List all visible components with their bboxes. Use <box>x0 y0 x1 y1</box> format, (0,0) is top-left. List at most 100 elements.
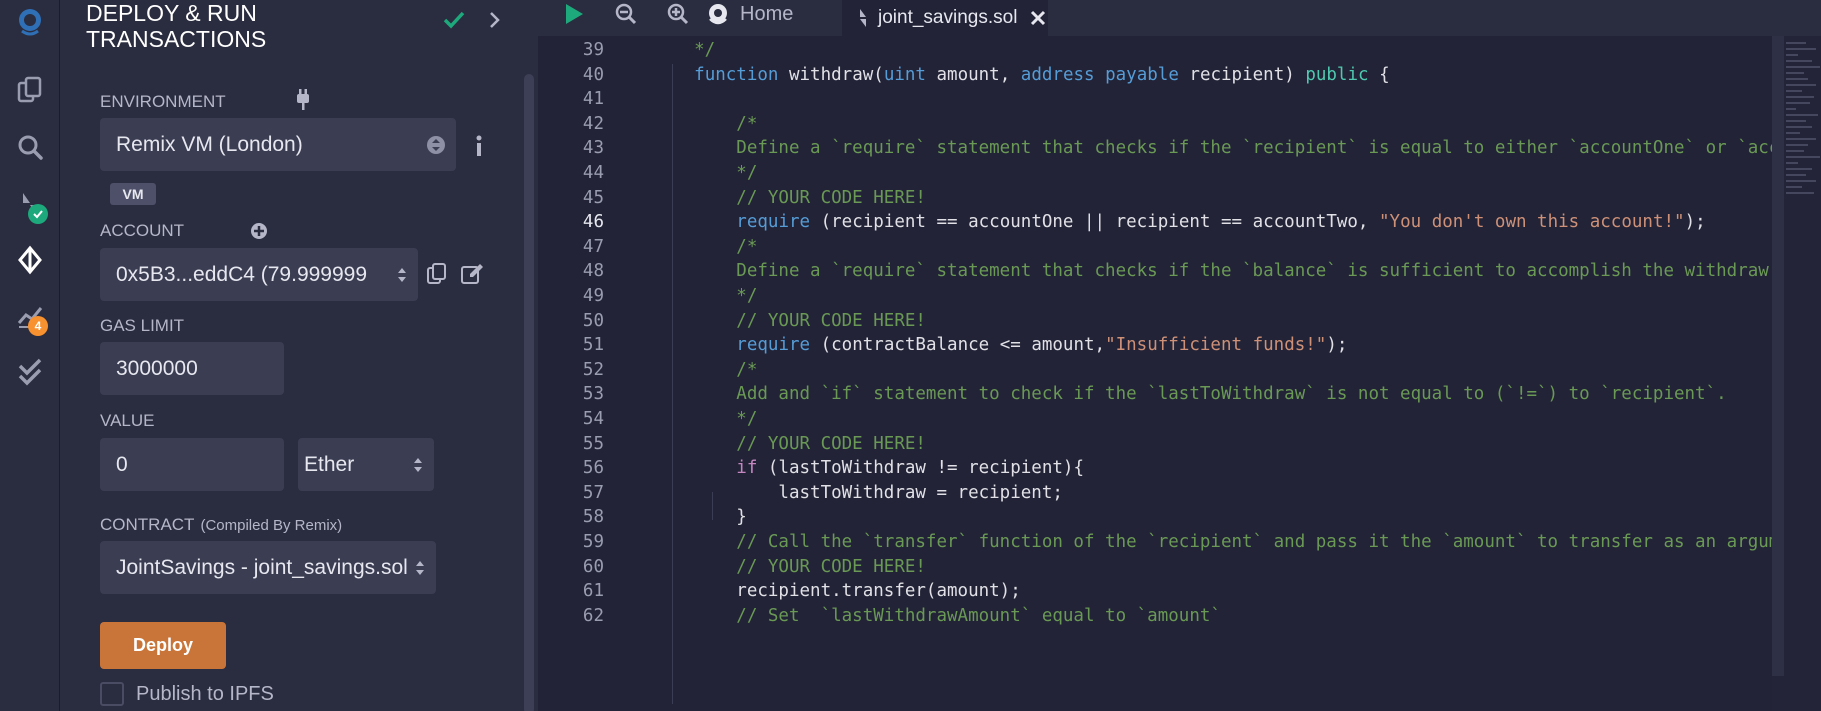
analysis-badge: 4 <box>28 316 48 336</box>
minimap-line <box>1786 84 1816 86</box>
zoom-out-icon[interactable] <box>608 0 644 28</box>
value-unit-select[interactable]: Ether <box>298 438 434 491</box>
code-token: // Set `lastWithdrawAmount` equal to `am… <box>652 605 1221 626</box>
code-line: Add and `if` statement to check if the `… <box>652 380 1727 409</box>
code-token: "Insufficient funds!" <box>1105 335 1327 356</box>
code-area[interactable]: */ function withdraw(uint amount, addres… <box>634 36 1821 711</box>
select-arrows-icon <box>416 560 424 575</box>
remix-logo-icon[interactable] <box>8 0 52 44</box>
code-line: require (recipient == accountOne || reci… <box>652 208 1705 237</box>
minimap-slider[interactable] <box>1772 36 1784 676</box>
code-token: Add and `if` statement to check if the `… <box>652 384 1727 405</box>
minimap-line <box>1786 102 1810 104</box>
account-select[interactable]: 0x5B3...eddC4 (79.999999 <box>100 248 418 301</box>
environment-value: Remix VM (London) <box>116 132 303 156</box>
code-token: Define a `require` statement that checks… <box>652 138 1821 159</box>
unit-testing-icon[interactable] <box>8 350 52 394</box>
code-token: // YOUR CODE HERE! <box>652 310 926 331</box>
close-icon[interactable] <box>1029 9 1047 27</box>
minimap-line <box>1786 150 1804 152</box>
contract-label-text: CONTRACT <box>100 515 195 534</box>
code-token: /* <box>652 113 758 134</box>
line-number: 62 <box>582 605 604 626</box>
select-arrows-icon <box>427 135 445 154</box>
contract-select[interactable]: JointSavings - joint_savings.sol <box>100 541 436 594</box>
code-token: */ <box>652 409 758 429</box>
tab-joint-savings[interactable]: joint_savings.sol <box>842 0 1048 36</box>
plug-icon <box>297 89 309 110</box>
minimap-line <box>1786 114 1818 116</box>
code-token: uint <box>883 64 926 85</box>
run-icon[interactable] <box>556 0 592 28</box>
code-token: // YOUR CODE HERE! <box>652 556 926 577</box>
edit-icon[interactable] <box>460 262 484 286</box>
code-token: */ <box>652 40 716 60</box>
code-token: ); <box>1326 335 1348 356</box>
code-token: (recipient == accountOne || recipient ==… <box>810 212 1380 233</box>
minimap-line <box>1786 42 1806 44</box>
value-input[interactable]: 0 <box>100 438 284 491</box>
minimap-line <box>1786 138 1816 140</box>
vm-badge: VM <box>110 183 156 205</box>
code-line: // Set `lastWithdrawAmount` equal to `am… <box>652 602 1221 631</box>
account-label: ACCOUNT <box>100 221 185 240</box>
code-editor[interactable]: 39 40 41 42 43 44 45 46 47 48 49 50 51 52 53 54 55 56 57 58… <box>538 36 1821 711</box>
minimap-line <box>1786 120 1806 122</box>
tab-home[interactable]: Home <box>706 0 848 28</box>
code-token: payable <box>1105 64 1179 85</box>
minimap-line <box>1786 192 1814 194</box>
gas-limit-input[interactable]: 3000000 <box>100 342 284 395</box>
code-token: /* <box>652 236 758 257</box>
code-token: /* <box>652 359 758 380</box>
solidity-file-icon <box>860 9 866 27</box>
code-token: lastToWithdraw = recipient; <box>652 482 1063 503</box>
code-token: recipient.transfer(amount); <box>652 581 1021 602</box>
environment-select[interactable]: Remix VM (London) <box>100 118 456 171</box>
deploy-button[interactable]: Deploy <box>100 622 226 669</box>
code-token: withdraw( <box>778 64 884 85</box>
chevron-right-icon[interactable] <box>488 10 502 30</box>
code-token: (contractBalance <= amount, <box>810 335 1106 356</box>
minimap-line <box>1786 174 1806 176</box>
file-explorer-icon[interactable] <box>8 68 52 112</box>
zoom-in-icon[interactable] <box>660 0 696 28</box>
code-token: // Call the `transfer` function of the `… <box>652 532 1821 552</box>
select-arrows-icon <box>414 457 422 472</box>
home-icon <box>709 4 727 25</box>
minimap-line <box>1786 168 1812 170</box>
solidity-compiler-icon[interactable] <box>8 182 52 226</box>
code-token: address <box>1020 64 1095 85</box>
info-icon[interactable] <box>472 134 486 158</box>
minimap-line <box>1786 78 1808 80</box>
search-icon[interactable] <box>8 125 52 169</box>
deploy-run-icon[interactable] <box>8 238 52 282</box>
minimap-line <box>1786 186 1802 188</box>
tab-file-label: joint_savings.sol <box>878 7 1018 28</box>
minimap-line <box>1786 156 1820 158</box>
compile-success-icon <box>28 204 48 224</box>
minimap-line <box>1786 66 1820 68</box>
add-account-icon[interactable] <box>250 222 268 240</box>
value-unit: Ether <box>304 452 355 476</box>
minimap-line <box>1786 132 1800 134</box>
code-token: // YOUR CODE HERE! <box>652 433 926 454</box>
minimap-line <box>1786 126 1812 128</box>
code-token: function <box>694 64 779 85</box>
code-token: amount, <box>925 64 1021 85</box>
contract-sublabel: (Compiled By Remix) <box>200 517 343 534</box>
publish-ipfs-checkbox[interactable] <box>100 682 124 706</box>
code-line: Define a `require` statement that checks… <box>652 257 1821 286</box>
account-value: 0x5B3...eddC4 (79.999999 <box>116 262 368 286</box>
minimap-line <box>1786 162 1798 164</box>
line-number-gutter: 39 40 41 42 43 44 45 46 47 48 49 50 51 52 53 54 55 56 57 58… <box>538 36 634 711</box>
publish-ipfs-label: Publish to IPFS <box>136 683 274 705</box>
editor-tab-bar: Home joint_savings.sol <box>538 0 1821 36</box>
copy-icon[interactable] <box>426 262 448 286</box>
analysis-icon[interactable]: 4 <box>8 294 52 338</box>
code-token: "You don't own this account!" <box>1379 212 1685 233</box>
panel-scrollbar[interactable] <box>524 74 534 711</box>
